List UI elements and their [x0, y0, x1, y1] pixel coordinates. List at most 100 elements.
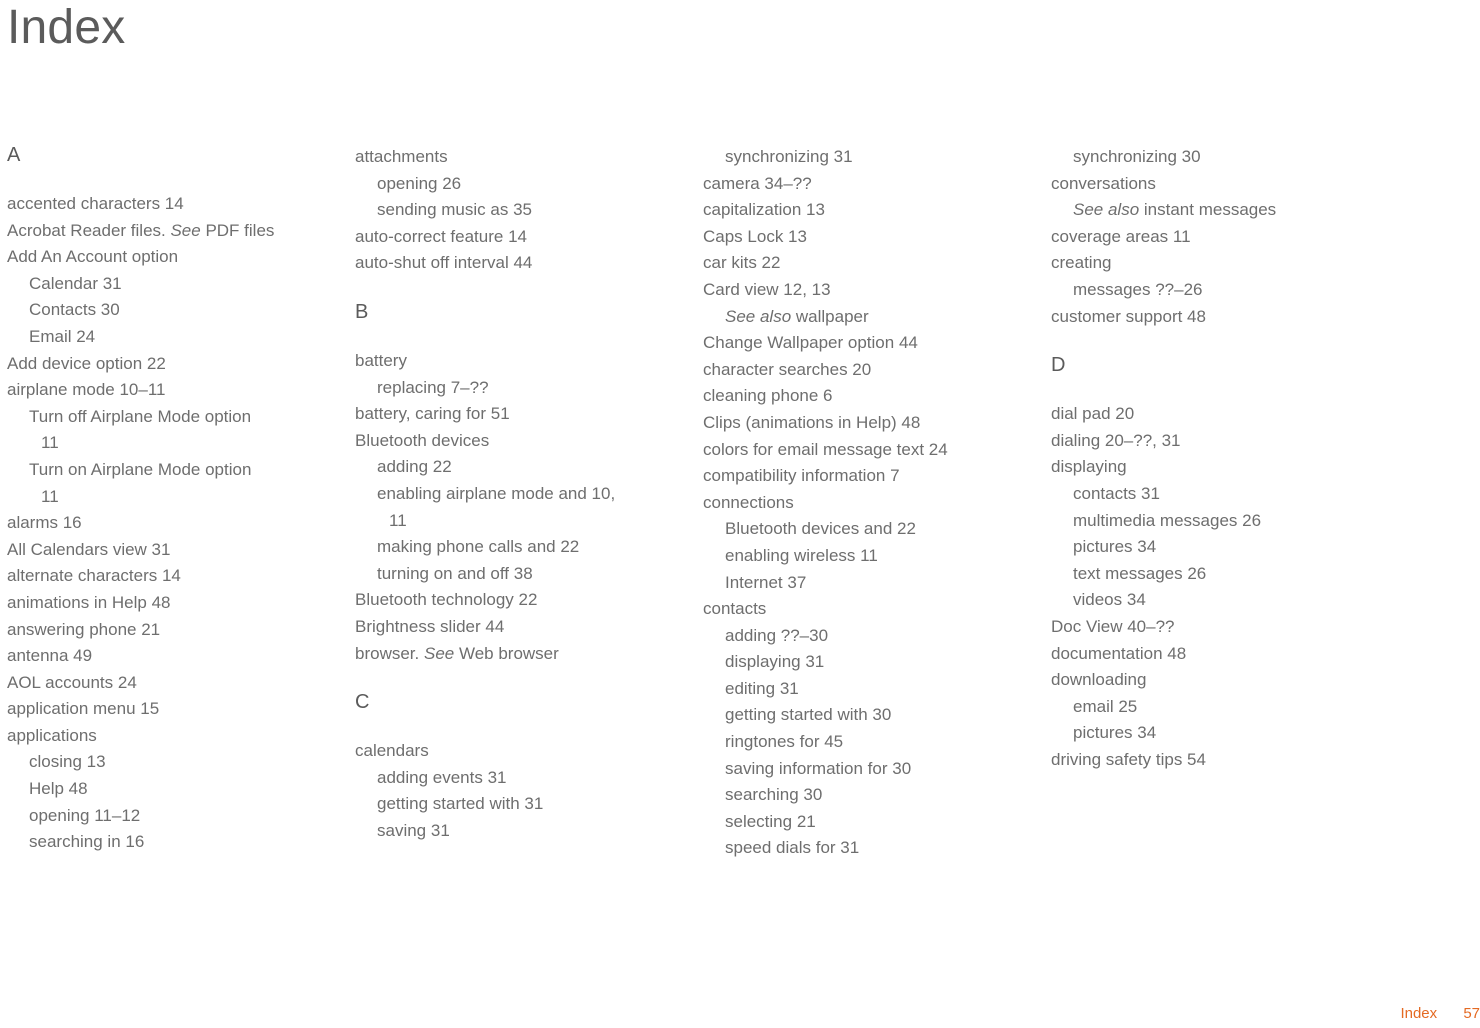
- index-entry: cleaning phone 6: [703, 383, 993, 410]
- index-subentry: opening 11–12: [7, 803, 297, 830]
- index-entry-text: Web browser: [454, 644, 559, 663]
- index-entry: Bluetooth devices: [355, 428, 645, 455]
- index-subentry: Turn off Airplane Mode option: [7, 404, 297, 431]
- index-subentry: Contacts 30: [7, 297, 297, 324]
- index-subentry: enabling wireless 11: [703, 543, 993, 570]
- index-entry: application menu 15: [7, 696, 297, 723]
- index-entry: contacts: [703, 596, 993, 623]
- index-subentry: saving 31: [355, 818, 645, 845]
- index-column-2: attachments opening 26 sending music as …: [355, 144, 645, 862]
- index-entry: Brightness slider 44: [355, 614, 645, 641]
- index-subentry: adding events 31: [355, 765, 645, 792]
- index-column-4: synchronizing 30 conversations See also …: [1051, 144, 1341, 862]
- index-subentry: getting started with 31: [355, 791, 645, 818]
- index-subentry: saving information for 30: [703, 756, 993, 783]
- index-entry: animations in Help 48: [7, 590, 297, 617]
- index-entry: Change Wallpaper option 44: [703, 330, 993, 357]
- index-entry: airplane mode 10–11: [7, 377, 297, 404]
- index-entry: compatibility information 7: [703, 463, 993, 490]
- index-page-wrap: 11: [355, 508, 645, 535]
- index-subentry: text messages 26: [1051, 561, 1341, 588]
- index-entry: Add An Account option: [7, 244, 297, 271]
- index-entry: driving safety tips 54: [1051, 747, 1341, 774]
- index-entry: auto-correct feature 14: [355, 224, 645, 251]
- index-entry: displaying: [1051, 454, 1341, 481]
- index-subentry: pictures 34: [1051, 534, 1341, 561]
- index-subentry: enabling airplane mode and 10,: [355, 481, 645, 508]
- see-also-reference: See also: [725, 307, 791, 326]
- index-entry: Bluetooth technology 22: [355, 587, 645, 614]
- index-subentry: Turn on Airplane Mode option: [7, 457, 297, 484]
- index-subentry: displaying 31: [703, 649, 993, 676]
- index-entry: conversations: [1051, 171, 1341, 198]
- index-subentry: getting started with 30: [703, 702, 993, 729]
- index-subentry: synchronizing 31: [703, 144, 993, 171]
- index-entry: downloading: [1051, 667, 1341, 694]
- index-entry: antenna 49: [7, 643, 297, 670]
- index-entry: alternate characters 14: [7, 563, 297, 590]
- index-entry: dial pad 20: [1051, 401, 1341, 428]
- index-entry: auto-shut off interval 44: [355, 250, 645, 277]
- index-entry: AOL accounts 24: [7, 670, 297, 697]
- index-entry: alarms 16: [7, 510, 297, 537]
- index-subentry: closing 13: [7, 749, 297, 776]
- index-subentry: Internet 37: [703, 570, 993, 597]
- section-letter-b: B: [355, 301, 645, 324]
- index-entry-text: instant messages: [1139, 200, 1276, 219]
- page: Index A accented characters 14 Acrobat R…: [0, 0, 1480, 1028]
- index-subentry: making phone calls and 22: [355, 534, 645, 561]
- index-subentry: See also wallpaper: [703, 304, 993, 331]
- index-entry: answering phone 21: [7, 617, 297, 644]
- index-column-1: A accented characters 14 Acrobat Reader …: [7, 144, 297, 862]
- index-subentry: pictures 34: [1051, 720, 1341, 747]
- index-subentry: searching 30: [703, 782, 993, 809]
- index-entry: battery, caring for 51: [355, 401, 645, 428]
- index-subentry: opening 26: [355, 171, 645, 198]
- footer: Index 57: [1400, 1005, 1480, 1022]
- index-subentry: searching in 16: [7, 829, 297, 856]
- footer-page-number: 57: [1463, 1005, 1480, 1022]
- page-title: Index: [7, 0, 125, 55]
- index-subentry: email 25: [1051, 694, 1341, 721]
- index-page-wrap: 11: [7, 430, 297, 457]
- index-page-wrap: 11: [7, 484, 297, 511]
- index-entry: browser. See Web browser: [355, 641, 645, 668]
- index-entry: capitalization 13: [703, 197, 993, 224]
- index-entry: customer support 48: [1051, 304, 1341, 331]
- index-entry: attachments: [355, 144, 645, 171]
- index-subentry: editing 31: [703, 676, 993, 703]
- index-entry: All Calendars view 31: [7, 537, 297, 564]
- footer-label: Index: [1400, 1005, 1437, 1022]
- index-entry: Acrobat Reader files. See PDF files: [7, 218, 297, 245]
- index-entry: connections: [703, 490, 993, 517]
- index-entry: dialing 20–??, 31: [1051, 428, 1341, 455]
- index-entry: Doc View 40–??: [1051, 614, 1341, 641]
- index-entry: creating: [1051, 250, 1341, 277]
- index-subentry: Help 48: [7, 776, 297, 803]
- index-subentry: adding ??–30: [703, 623, 993, 650]
- index-subentry: adding 22: [355, 454, 645, 481]
- index-subentry: multimedia messages 26: [1051, 508, 1341, 535]
- index-entry: character searches 20: [703, 357, 993, 384]
- index-entry: Clips (animations in Help) 48: [703, 410, 993, 437]
- section-letter-d: D: [1051, 354, 1341, 377]
- index-subentry: turning on and off 38: [355, 561, 645, 588]
- index-subentry: See also instant messages: [1051, 197, 1341, 224]
- index-subentry: contacts 31: [1051, 481, 1341, 508]
- index-entry: Card view 12, 13: [703, 277, 993, 304]
- index-subentry: sending music as 35: [355, 197, 645, 224]
- index-entry-text: browser.: [355, 644, 424, 663]
- index-subentry: ringtones for 45: [703, 729, 993, 756]
- see-reference: See: [170, 221, 200, 240]
- index-entry-text: PDF files: [201, 221, 275, 240]
- index-subentry: replacing 7–??: [355, 375, 645, 402]
- see-also-reference: See also: [1073, 200, 1139, 219]
- section-letter-a: A: [7, 144, 297, 167]
- index-entry: camera 34–??: [703, 171, 993, 198]
- index-subentry: speed dials for 31: [703, 835, 993, 862]
- see-reference: See: [424, 644, 454, 663]
- index-entry: calendars: [355, 738, 645, 765]
- index-entry: car kits 22: [703, 250, 993, 277]
- index-subentry: Email 24: [7, 324, 297, 351]
- index-entry: accented characters 14: [7, 191, 297, 218]
